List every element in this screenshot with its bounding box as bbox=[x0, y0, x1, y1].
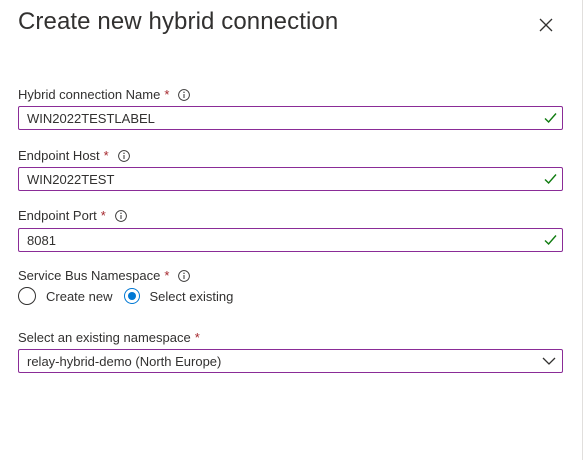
endpoint-port-label: Endpoint Port bbox=[18, 208, 97, 223]
existing-namespace-dropdown[interactable]: relay-hybrid-demo (North Europe) bbox=[18, 349, 563, 373]
info-icon[interactable] bbox=[117, 149, 130, 162]
close-button[interactable] bbox=[532, 11, 560, 39]
endpoint-port-input[interactable] bbox=[19, 229, 529, 251]
namespace-label: Service Bus Namespace bbox=[18, 268, 161, 283]
connection-name-label: Hybrid connection Name bbox=[18, 87, 161, 102]
panel-title: Create new hybrid connection bbox=[18, 8, 339, 35]
radio-select-existing-label: Select existing bbox=[149, 288, 234, 304]
endpoint-port-label-row: Endpoint Port * bbox=[18, 208, 127, 223]
connection-name-label-row: Hybrid connection Name * bbox=[18, 87, 191, 102]
namespace-label-row: Service Bus Namespace * bbox=[18, 268, 191, 283]
required-marker: * bbox=[164, 268, 170, 283]
connection-name-input[interactable] bbox=[19, 107, 529, 129]
existing-namespace-label: Select an existing namespace bbox=[18, 330, 191, 345]
namespace-radio-group: Create new Select existing bbox=[18, 287, 233, 305]
required-marker: * bbox=[164, 87, 170, 102]
radio-circle-checked[interactable] bbox=[124, 288, 141, 304]
radio-select-existing[interactable]: Select existing bbox=[124, 288, 233, 304]
existing-namespace-label-row: Select an existing namespace * bbox=[18, 330, 200, 345]
required-marker: * bbox=[194, 330, 200, 345]
chevron-down-icon bbox=[542, 357, 556, 365]
connection-name-field bbox=[18, 106, 563, 130]
check-icon bbox=[544, 113, 557, 124]
info-icon[interactable] bbox=[178, 88, 191, 101]
required-marker: * bbox=[100, 208, 106, 223]
info-icon[interactable] bbox=[178, 269, 191, 282]
create-hybrid-connection-panel: Create new hybrid connection Hybrid conn… bbox=[0, 0, 583, 460]
close-icon bbox=[539, 18, 553, 32]
radio-circle-unchecked[interactable] bbox=[18, 287, 36, 305]
info-icon[interactable] bbox=[114, 209, 127, 222]
endpoint-host-label-row: Endpoint Host * bbox=[18, 148, 130, 163]
check-icon bbox=[544, 235, 557, 246]
radio-create-new[interactable]: Create new bbox=[18, 287, 112, 305]
endpoint-host-field bbox=[18, 167, 563, 191]
radio-create-new-label: Create new bbox=[46, 288, 113, 304]
required-marker: * bbox=[103, 148, 109, 163]
existing-namespace-value: relay-hybrid-demo (North Europe) bbox=[27, 354, 222, 369]
endpoint-host-label: Endpoint Host bbox=[18, 148, 100, 163]
endpoint-port-field bbox=[18, 228, 563, 252]
check-icon bbox=[544, 174, 557, 185]
endpoint-host-input[interactable] bbox=[19, 168, 529, 190]
